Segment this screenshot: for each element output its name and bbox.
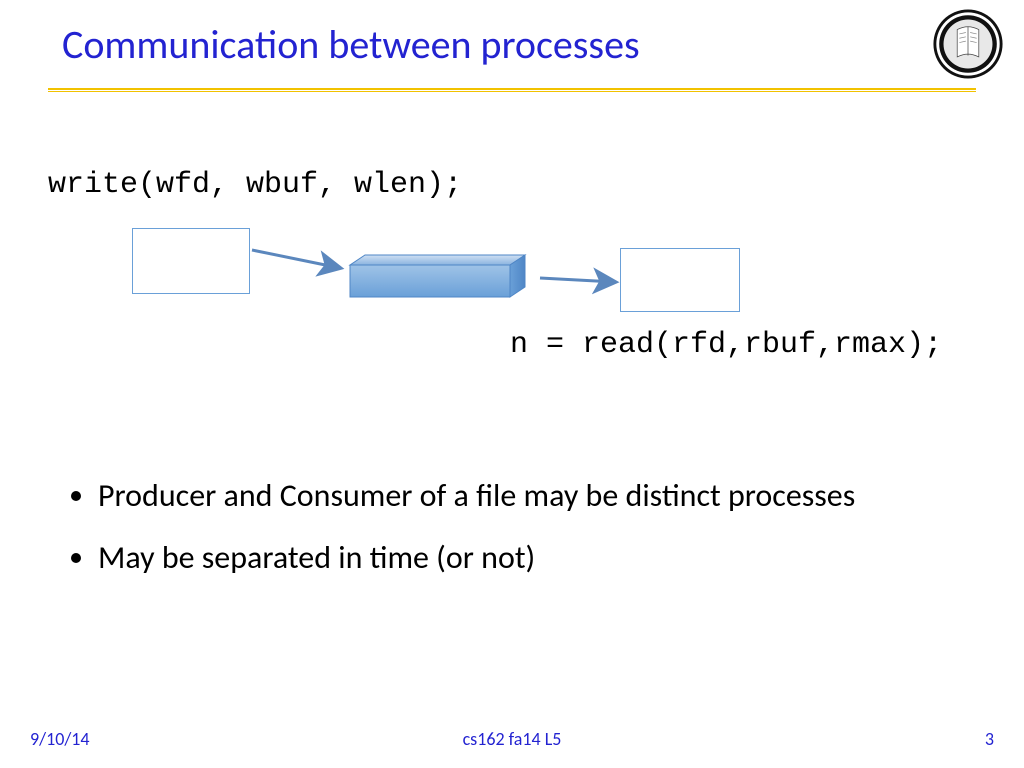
bullet-item: Producer and Consumer of a file may be d… bbox=[98, 476, 918, 516]
producer-box bbox=[132, 228, 250, 294]
pipe-3d-box bbox=[350, 255, 525, 297]
university-seal-icon bbox=[932, 8, 1004, 80]
consumer-box bbox=[620, 248, 740, 312]
slide-title: Communication between processes bbox=[62, 20, 640, 69]
bullet-list: Producer and Consumer of a file may be d… bbox=[98, 476, 918, 600]
code-read-call: n = read(rfd,rbuf,rmax); bbox=[510, 328, 942, 362]
ipc-diagram bbox=[0, 0, 1024, 768]
code-write-call: write(wfd, wbuf, wlen); bbox=[48, 168, 462, 202]
title-divider bbox=[48, 88, 976, 92]
footer-page: 3 bbox=[985, 728, 994, 750]
bullet-item: May be separated in time (or not) bbox=[98, 538, 918, 578]
footer-course: cs162 fa14 L5 bbox=[0, 728, 1024, 750]
